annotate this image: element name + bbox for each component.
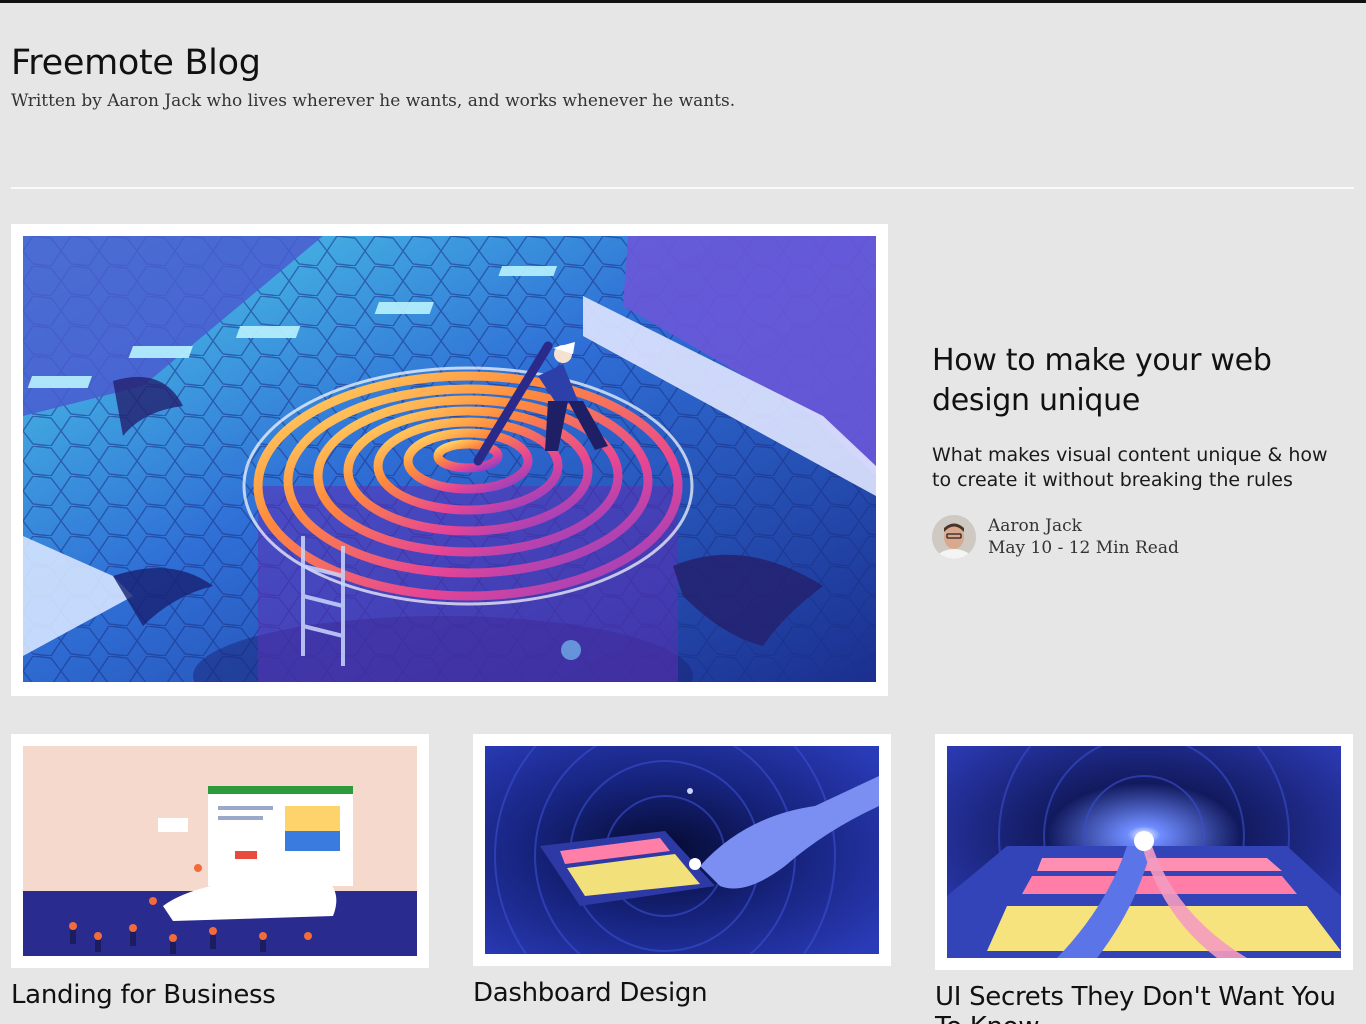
post-card-title[interactable]: UI Secrets They Don't Want You To Know xyxy=(935,982,1366,1024)
dashboard-illustration xyxy=(485,746,879,954)
post-meta: May 10 - 12 Min Read xyxy=(988,538,1179,558)
post-card-image[interactable] xyxy=(11,734,429,968)
post-card-title[interactable]: Landing for Business xyxy=(11,980,429,1010)
post-card-image[interactable] xyxy=(935,734,1353,970)
featured-post-excerpt: What makes visual content unique & how t… xyxy=(932,444,1328,491)
post-card[interactable]: UI Secrets They Don't Want You To Know xyxy=(935,734,1366,1024)
author-name[interactable]: Aaron Jack xyxy=(988,515,1179,537)
header-divider xyxy=(11,187,1354,189)
featured-post: How to make your web design unique What … xyxy=(932,341,1352,559)
post-card[interactable]: Dashboard Design xyxy=(473,734,891,1008)
blog-header: Freemote Blog Written by Aaron Jack who … xyxy=(11,43,735,111)
author-block: Aaron Jack May 10 - 12 Min Read xyxy=(932,515,1352,559)
landing-illustration xyxy=(23,746,417,956)
person-icon xyxy=(932,515,976,559)
featured-post-image[interactable] xyxy=(11,224,888,696)
site-title[interactable]: Freemote Blog xyxy=(11,43,735,83)
post-card-image[interactable] xyxy=(473,734,891,966)
post-card[interactable]: Landing for Business xyxy=(11,734,429,1010)
featured-post-title[interactable]: How to make your web design unique xyxy=(932,341,1352,421)
fingerprint-pool-illustration xyxy=(23,236,876,682)
site-subtitle: Written by Aaron Jack who lives wherever… xyxy=(11,91,736,111)
post-card-title[interactable]: Dashboard Design xyxy=(473,978,891,1008)
author-avatar xyxy=(932,515,976,559)
ui-secrets-illustration xyxy=(947,746,1341,958)
